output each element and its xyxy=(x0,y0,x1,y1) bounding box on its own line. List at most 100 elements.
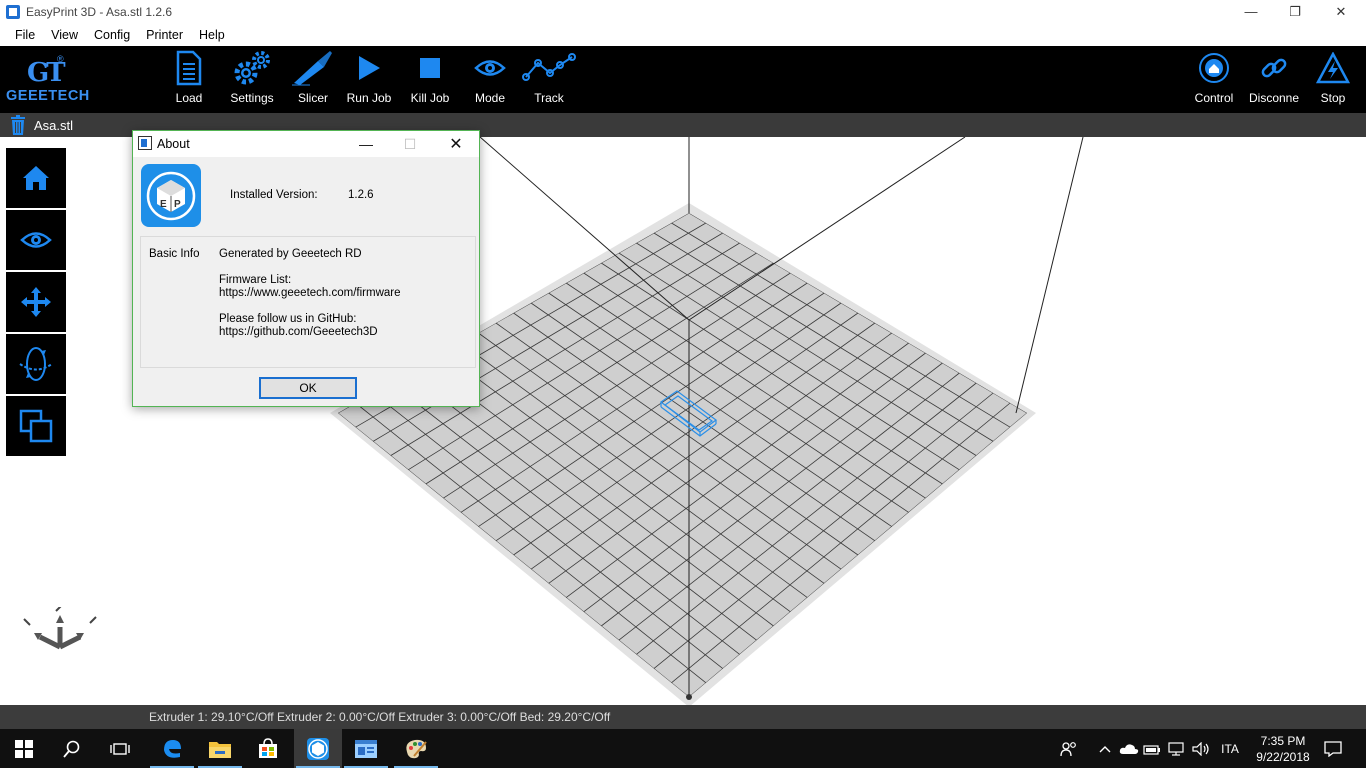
close-button[interactable]: ✕ xyxy=(1318,0,1364,23)
menu-printer[interactable]: Printer xyxy=(139,28,192,42)
dialog-title: About xyxy=(157,137,190,151)
stop-label: Stop xyxy=(1320,91,1346,105)
logo-letter-p: P xyxy=(174,199,181,210)
easyprint-logo: E P xyxy=(141,164,201,227)
scale-icon xyxy=(19,409,53,443)
eye-icon xyxy=(474,46,506,90)
view-button[interactable] xyxy=(6,210,66,270)
temperature-status: Extruder 1: 29.10°C/Off Extruder 2: 0.00… xyxy=(149,710,611,724)
rotate-icon xyxy=(19,347,53,381)
mode-button[interactable]: Mode xyxy=(468,46,512,113)
file-tab-label[interactable]: Asa.stl xyxy=(34,118,73,133)
disconnect-label: Disconne xyxy=(1248,91,1300,105)
play-icon xyxy=(356,46,382,90)
menu-help[interactable]: Help xyxy=(192,28,234,42)
firmware-url[interactable]: https://www.geeetech.com/firmware xyxy=(219,287,401,300)
control-button[interactable]: Control xyxy=(1190,46,1238,113)
taskbar-edge[interactable] xyxy=(148,729,196,768)
logo-name: GEEETECH xyxy=(6,88,90,104)
installed-version-label: Installed Version: xyxy=(230,189,318,201)
axes-gizmo[interactable] xyxy=(20,607,100,652)
track-button[interactable]: Track xyxy=(522,46,576,113)
volume-icon[interactable] xyxy=(1190,729,1212,768)
stop-button[interactable]: Stop xyxy=(1312,46,1354,113)
load-button[interactable]: Load xyxy=(162,46,216,113)
system-clock[interactable]: 7:35 PM 9/22/2018 xyxy=(1250,729,1316,768)
ok-button[interactable]: OK xyxy=(259,377,357,399)
scale-button[interactable] xyxy=(6,396,66,456)
taskbar-file-explorer[interactable] xyxy=(196,729,244,768)
paint-palette-icon xyxy=(406,739,427,758)
slicer-label: Slicer xyxy=(297,91,328,105)
clock-date: 9/22/2018 xyxy=(1256,749,1310,764)
input-language[interactable]: ITA xyxy=(1216,729,1244,768)
taskbar-easyprint[interactable] xyxy=(294,729,342,768)
onedrive-cloud-icon[interactable] xyxy=(1118,729,1140,768)
easyprint-taskbar-icon xyxy=(307,737,329,760)
disconnect-button[interactable]: Disconne xyxy=(1246,46,1302,113)
github-url[interactable]: https://github.com/Geeetech3D xyxy=(219,326,378,339)
rotate-button[interactable] xyxy=(6,334,66,394)
easyprint-cube-icon: E P xyxy=(146,171,196,220)
notification-center-icon[interactable] xyxy=(1320,729,1346,768)
people-icon[interactable] xyxy=(1056,729,1082,768)
dialog-minimize-button[interactable]: — xyxy=(343,131,389,157)
logo-registered: ® xyxy=(57,54,64,64)
minimize-button[interactable]: — xyxy=(1228,0,1274,23)
logo-letter-e: E xyxy=(160,199,167,210)
home-view-icon xyxy=(23,166,49,190)
dialog-app-icon xyxy=(138,136,152,150)
generated-by-text: Generated by Geeetech RD xyxy=(219,248,362,260)
app-icon xyxy=(6,4,20,19)
load-label: Load xyxy=(175,91,203,105)
firmware-list-label: Firmware List: xyxy=(219,274,292,286)
move-button[interactable] xyxy=(6,272,66,332)
battery-icon[interactable] xyxy=(1142,729,1162,768)
kill-job-button[interactable]: Kill Job xyxy=(406,46,454,113)
taskbar-app-window[interactable] xyxy=(342,729,390,768)
dialog-maximize-button: ☐ xyxy=(403,135,417,152)
search-button[interactable] xyxy=(48,729,96,768)
dialog-titlebar: About — ☐ ✕ xyxy=(133,131,479,157)
maximize-button[interactable]: ❐ xyxy=(1272,0,1318,23)
menu-config[interactable]: Config xyxy=(87,28,139,42)
folder-icon xyxy=(209,741,231,758)
trash-icon[interactable] xyxy=(10,115,26,135)
dialog-close-button[interactable]: ✕ xyxy=(433,131,479,157)
menu-file[interactable]: File xyxy=(0,28,44,42)
home-view-button[interactable] xyxy=(6,148,66,208)
task-view-icon xyxy=(110,742,130,755)
run-job-label: Run Job xyxy=(346,91,392,105)
chevron-up-icon[interactable] xyxy=(1096,729,1114,768)
kill-job-label: Kill Job xyxy=(410,91,450,105)
move-arrows-icon xyxy=(21,287,51,317)
gears-icon xyxy=(232,46,272,90)
lightning-triangle-icon xyxy=(1316,46,1350,90)
settings-label: Settings xyxy=(230,91,274,105)
track-line-icon xyxy=(522,46,576,90)
edge-browser-icon xyxy=(164,739,181,758)
stop-square-icon xyxy=(419,46,441,90)
about-dialog: About — ☐ ✕ E P Installed Version: 1.2.6… xyxy=(132,130,480,407)
store-bag-icon xyxy=(259,737,277,758)
window-title: EasyPrint 3D - Asa.stl 1.2.6 xyxy=(26,4,173,19)
settings-button[interactable]: Settings xyxy=(226,46,278,113)
github-label: Please follow us in GitHub: xyxy=(219,313,357,325)
main-toolbar: GT ® GEEETECH Load Settings Slicer Run J… xyxy=(0,46,1366,113)
installed-version-value: 1.2.6 xyxy=(348,189,374,201)
status-bar: Extruder 1: 29.10°C/Off Extruder 2: 0.00… xyxy=(0,705,1366,729)
windows-taskbar: ITA 7:35 PM 9/22/2018 xyxy=(0,729,1366,768)
mode-label: Mode xyxy=(474,91,506,105)
network-icon[interactable] xyxy=(1166,729,1186,768)
basic-info-label: Basic Info xyxy=(149,248,200,260)
run-job-button[interactable]: Run Job xyxy=(344,46,394,113)
clock-time: 7:35 PM xyxy=(1260,733,1306,748)
taskbar-store[interactable] xyxy=(244,729,292,768)
start-button[interactable] xyxy=(0,729,48,768)
task-view-button[interactable] xyxy=(96,729,144,768)
search-icon xyxy=(63,740,80,758)
menu-view[interactable]: View xyxy=(44,28,87,42)
taskbar-paint[interactable] xyxy=(392,729,440,768)
slicer-button[interactable]: Slicer xyxy=(290,46,336,113)
window-titlebar: EasyPrint 3D - Asa.stl 1.2.6 — ❐ ✕ xyxy=(0,0,1366,23)
